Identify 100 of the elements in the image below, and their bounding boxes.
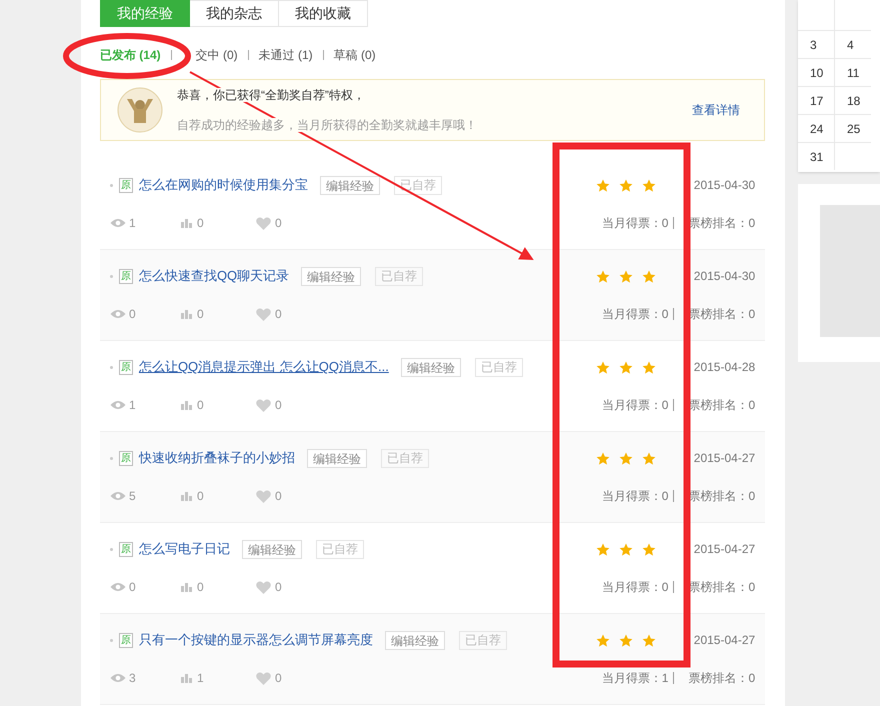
view-count: 1 [128, 215, 137, 232]
star-icon [596, 634, 610, 646]
date-text: 2015-04-30 [694, 177, 756, 194]
date-text: 2015-04-27 [694, 632, 756, 649]
article-title-link[interactable]: 快速收纳折叠袜子的小妙招 [138, 448, 295, 468]
star-icon [642, 452, 656, 464]
status-tag: 已自荐 [474, 358, 523, 376]
star-icon [642, 270, 656, 282]
star-icon [618, 634, 633, 646]
date-text: 2015-04-28 [694, 359, 756, 376]
original-badge: 原 [118, 360, 133, 374]
view-count: 0 [128, 579, 137, 596]
calendar-day[interactable]: 17 [798, 87, 834, 114]
tab[interactable]: 我的杂志 [190, 0, 279, 27]
date-text: 2015-04-27 [694, 450, 756, 467]
vote-count: 1 [196, 670, 205, 687]
heart-icon [256, 308, 271, 320]
edit-button[interactable]: 编辑经验 [301, 266, 362, 286]
bar-chart-icon [180, 218, 192, 228]
vote-count: 0 [196, 488, 205, 505]
original-badge: 原 [118, 632, 133, 648]
vote-count: 0 [196, 397, 205, 414]
status-tag: 已自荐 [458, 630, 507, 650]
star-icon [596, 542, 610, 556]
original-badge: 原 [118, 268, 133, 284]
star-icon [596, 452, 610, 464]
original-badge: 原 [118, 450, 133, 466]
date-text: 2015-04-30 [694, 268, 756, 285]
edit-button[interactable]: 编辑经验 [320, 176, 380, 194]
heart-icon [256, 490, 271, 502]
eye-icon [110, 673, 126, 683]
status-tag: 已自荐 [375, 266, 424, 286]
like-count: 0 [274, 215, 282, 232]
filter-tab[interactable]: 草稿 (0) [334, 46, 376, 64]
article-title-link[interactable]: 怎么在网购的时候使用集分宝 [138, 175, 308, 195]
edit-button[interactable]: 编辑经验 [400, 358, 461, 376]
tab[interactable]: 我的收藏 [278, 0, 368, 27]
star-icon [618, 360, 633, 374]
monthly-votes-text: 当月得票：0 [602, 488, 668, 505]
edit-button[interactable]: 编辑经验 [306, 448, 367, 468]
article-title-link[interactable]: 怎么写电子日记 [138, 539, 230, 559]
original-badge: 原 [118, 178, 133, 192]
like-count: 0 [274, 670, 282, 687]
star-icon [642, 360, 656, 374]
heart-icon [256, 398, 271, 412]
calendar-day[interactable]: 25 [835, 115, 871, 142]
view-count: 1 [128, 397, 137, 414]
calendar-day[interactable]: 4 [835, 31, 871, 58]
article-title-link[interactable]: 怎么让QQ消息提示弹出 怎么让QQ消息不... [138, 357, 389, 377]
star-icon [618, 270, 633, 282]
like-count: 0 [274, 579, 282, 596]
heart-icon [256, 672, 271, 684]
trophy-avatar-icon [116, 87, 163, 133]
view-count: 5 [128, 488, 137, 505]
monthly-votes-text: 当月得票：1 [602, 670, 668, 687]
filter-tab[interactable]: 交中 (0) [196, 46, 238, 64]
star-icon [642, 542, 656, 556]
star-icon [642, 634, 656, 646]
like-count: 0 [274, 306, 282, 323]
status-tag: 已自荐 [380, 448, 429, 468]
monthly-votes-text: 当月得票：0 [602, 306, 668, 323]
like-count: 0 [274, 488, 282, 505]
eye-icon [110, 309, 126, 319]
edit-button[interactable]: 编辑经验 [384, 630, 445, 650]
article-title-link[interactable]: 只有一个按键的显示器怎么调节屏幕亮度 [138, 630, 373, 650]
filter-tab[interactable]: 未通过 (1) [258, 46, 313, 64]
monthly-votes-text: 当月得票：0 [602, 397, 668, 414]
status-tag: 已自荐 [316, 540, 364, 558]
star-icon [618, 542, 633, 556]
star-icon [642, 178, 656, 192]
bar-chart-icon [180, 400, 192, 410]
eye-icon [110, 491, 126, 501]
bar-chart-icon [180, 582, 192, 592]
vote-count: 0 [196, 306, 205, 323]
vote-rank-text: 票榜排名：0 [688, 670, 756, 687]
star-icon [618, 178, 633, 192]
calendar-day[interactable]: 18 [835, 87, 871, 114]
calendar-day[interactable]: 24 [798, 115, 834, 142]
star-icon [596, 270, 610, 282]
like-count: 0 [274, 397, 282, 414]
star-icon [596, 360, 610, 374]
bar-chart-icon [180, 492, 192, 500]
view-count: 0 [128, 306, 137, 323]
eye-icon [110, 400, 126, 410]
calendar-day[interactable]: 31 [798, 143, 834, 170]
calendar-day[interactable]: 11 [835, 59, 871, 86]
eye-icon [110, 582, 126, 592]
article-title-link[interactable]: 怎么快速查找QQ聊天记录 [138, 266, 290, 286]
view-details-link[interactable]: 查看详情 [692, 101, 740, 119]
eye-icon [110, 218, 126, 228]
star-icon [618, 452, 633, 464]
view-count: 3 [128, 670, 137, 687]
edit-button[interactable]: 编辑经验 [242, 540, 302, 558]
calendar-day[interactable]: 3 [798, 31, 834, 58]
calendar-day[interactable]: 10 [798, 59, 834, 86]
heart-icon [256, 580, 271, 594]
vote-count: 0 [196, 215, 205, 232]
bar-chart-icon [180, 674, 192, 682]
monthly-votes-text: 当月得票：0 [602, 215, 668, 232]
monthly-votes-text: 当月得票：0 [602, 579, 668, 596]
